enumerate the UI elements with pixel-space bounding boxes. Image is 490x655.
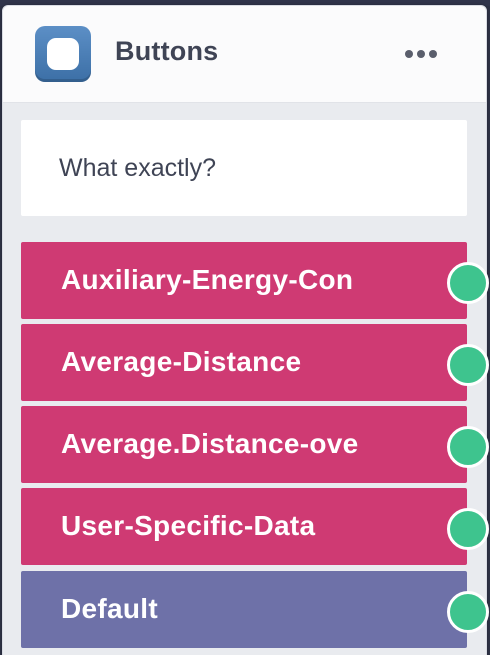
button-label: User-Specific-Data <box>61 510 316 541</box>
node-title: Buttons <box>115 36 219 66</box>
button-label: Auxiliary-Energy-Con <box>61 264 354 295</box>
more-options-button[interactable] <box>401 44 441 64</box>
connection-port-icon[interactable] <box>447 262 489 304</box>
connection-port-icon[interactable] <box>447 591 489 633</box>
choice-button-user-specific-data[interactable]: User-Specific-Data <box>21 488 489 565</box>
buttons-node-card[interactable]: Buttons What exactly? Auxiliary-Energy-C… <box>2 5 489 655</box>
more-horizontal-icon-dot <box>429 50 437 58</box>
button-label: Default <box>61 593 158 624</box>
prompt-text: What exactly? <box>59 154 217 182</box>
button-label: Average.Distance-ove <box>61 428 359 459</box>
node-header: Buttons <box>3 6 486 103</box>
default-button[interactable]: Default <box>21 571 489 648</box>
choice-button-average-distance-over[interactable]: Average.Distance-ove <box>21 406 489 483</box>
more-horizontal-icon-dot <box>417 50 425 58</box>
choice-button-auxiliary-energy[interactable]: Auxiliary-Energy-Con <box>21 242 489 319</box>
connection-port-icon[interactable] <box>447 426 489 468</box>
more-horizontal-icon-dot <box>405 50 413 58</box>
prompt-message-box[interactable]: What exactly? <box>21 120 467 216</box>
choice-button-average-distance[interactable]: Average-Distance <box>21 324 489 401</box>
node-square-icon <box>35 26 91 82</box>
connection-port-icon[interactable] <box>447 344 489 386</box>
flow-canvas: Buttons What exactly? Auxiliary-Energy-C… <box>0 0 490 655</box>
node-icon-inner <box>47 38 79 70</box>
connection-port-icon[interactable] <box>447 508 489 550</box>
button-label: Average-Distance <box>61 346 302 377</box>
